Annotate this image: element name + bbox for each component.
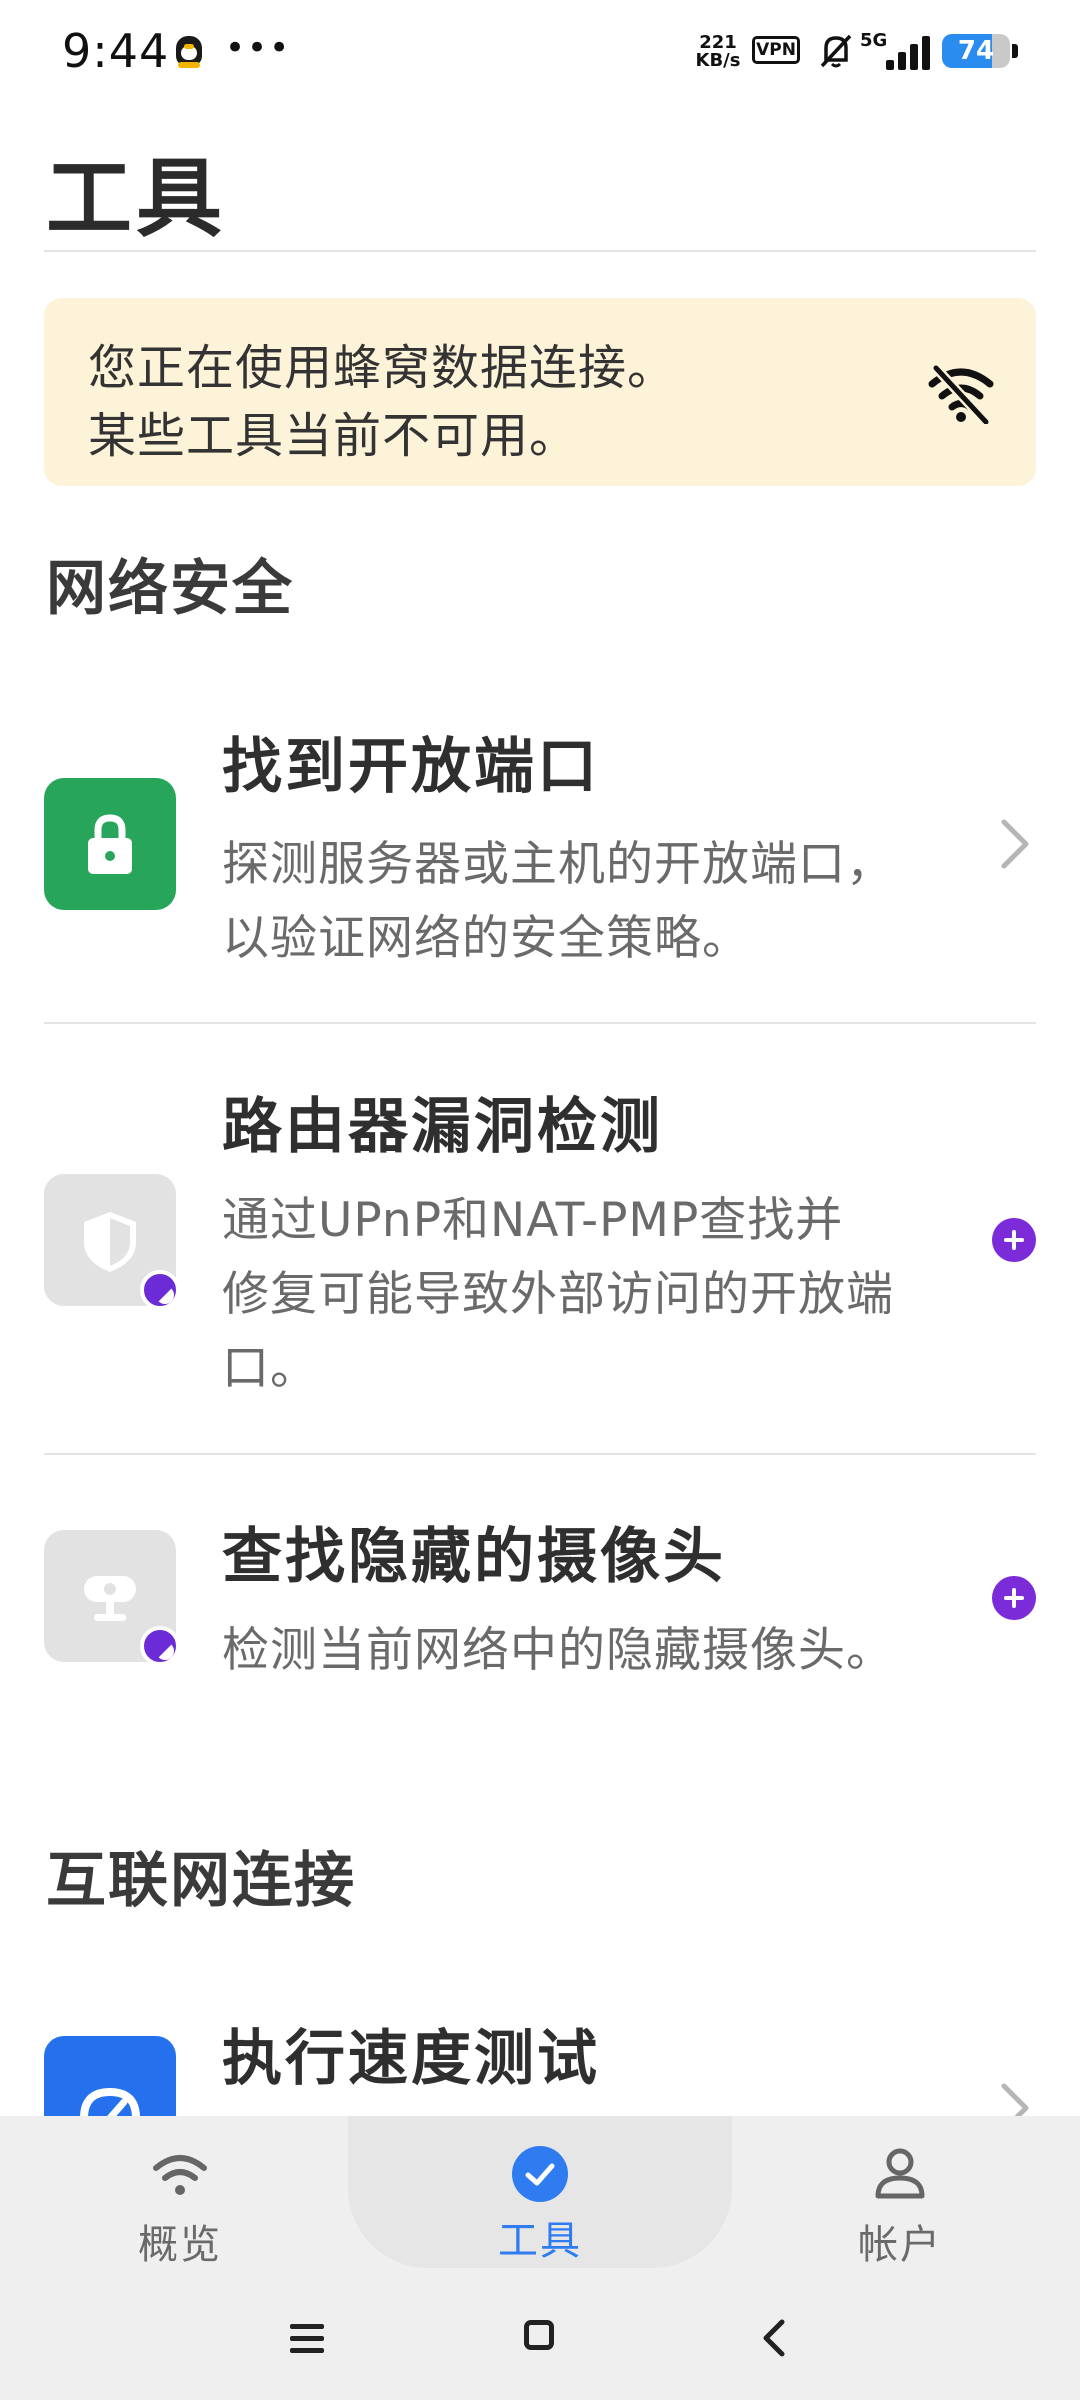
banner-text-line2: 某些工具当前不可用。 [88,408,579,464]
nav-item-account[interactable]: 帐户 [780,2146,1020,2270]
tool-description: 检测当前网络中的隐藏摄像头。 [222,1614,962,1688]
tool-speed-test[interactable]: 执行速度测试 [0,2000,1080,2116]
camera-icon [44,1530,180,1666]
plus-icon[interactable] [992,1218,1036,1262]
plus-icon[interactable] [992,1576,1036,1620]
nav-item-tools[interactable]: 工具 [420,2146,660,2266]
premium-badge-icon [140,1270,180,1310]
title-divider [44,250,1036,252]
tool-find-open-ports[interactable]: 找到开放端口 探测服务器或主机的开放端口， 以验证网络的安全策略。 [0,700,1080,1020]
network-speed: 221 KB/s [692,34,744,70]
cellular-warning-banner: 您正在使用蜂窝数据连接。 某些工具当前不可用。 [44,298,1036,486]
page-title: 工具 [46,149,226,249]
section-title-network-security: 网络安全 [46,554,294,624]
tool-description: 探测服务器或主机的开放端口， 以验证网络的安全策略。 [222,828,962,976]
more-dots-icon: ••• [225,28,292,68]
tool-title: 查找隐藏的摄像头 [222,1522,726,1592]
premium-badge-icon [140,1626,180,1666]
person-icon [875,2148,925,2199]
tool-description-line: 探测服务器或主机的开放端口， [222,837,894,892]
tool-description-line: 通过UPnP和NAT-PMP查找并 [222,1193,844,1248]
system-navigation-bar [0,2290,1080,2400]
wifi-icon [153,2155,207,2195]
speedometer-icon [44,2036,176,2116]
tool-description-line: 检测当前网络中的隐藏摄像头。 [222,1623,894,1678]
tool-find-hidden-cameras[interactable]: 查找隐藏的摄像头 检测当前网络中的隐藏摄像头。 [0,1470,1080,1720]
tool-title: 执行速度测试 [222,2024,600,2094]
wifi-off-icon [928,364,994,424]
shield-icon [44,1174,180,1310]
row-divider [44,1022,1036,1024]
status-bar: 9:44 ••• 221 KB/s VPN 5G 74 [0,0,1080,100]
nav-label-overview: 概览 [138,2222,222,2268]
battery-tip [1012,44,1018,58]
status-time: 9:44 [62,24,170,78]
qq-icon [176,36,202,68]
home-icon[interactable] [524,2320,554,2350]
battery-level: 74 [957,36,995,66]
vpn-icon: VPN [752,36,800,64]
nav-label-tools: 工具 [498,2218,582,2264]
network-type: 5G [860,30,888,51]
nav-label-account: 帐户 [858,2222,942,2268]
battery-icon: 74 [942,34,1010,68]
tool-description: 通过UPnP和NAT-PMP查找并 修复可能导致外部访问的开放端 口。 [222,1184,962,1406]
lock-icon [44,778,176,910]
tool-description-line: 修复可能导致外部访问的开放端 [222,1267,894,1322]
bell-muted-icon [820,34,852,68]
nav-item-overview[interactable]: 概览 [60,2146,300,2270]
chevron-right-icon[interactable] [998,816,1032,872]
row-divider [44,1453,1036,1455]
chevron-right-icon[interactable] [998,2080,1032,2116]
tool-description-line: 口。 [222,1341,318,1396]
tool-title: 路由器漏洞检测 [222,1092,663,1162]
tool-description-line: 以验证网络的安全策略。 [222,911,750,966]
menu-icon[interactable] [290,2324,324,2354]
check-circle-icon [510,2146,570,2202]
network-speed-unit: KB/s [695,50,741,71]
signal-icon [886,34,932,70]
banner-text-line1: 您正在使用蜂窝数据连接。 [88,340,677,396]
tool-router-vulnerability-check[interactable]: 路由器漏洞检测 通过UPnP和NAT-PMP查找并 修复可能导致外部访问的开放端… [0,1040,1080,1450]
section-title-internet-connection: 互联网连接 [46,1846,356,1916]
back-icon[interactable] [758,2318,788,2358]
tool-title: 找到开放端口 [222,732,600,802]
